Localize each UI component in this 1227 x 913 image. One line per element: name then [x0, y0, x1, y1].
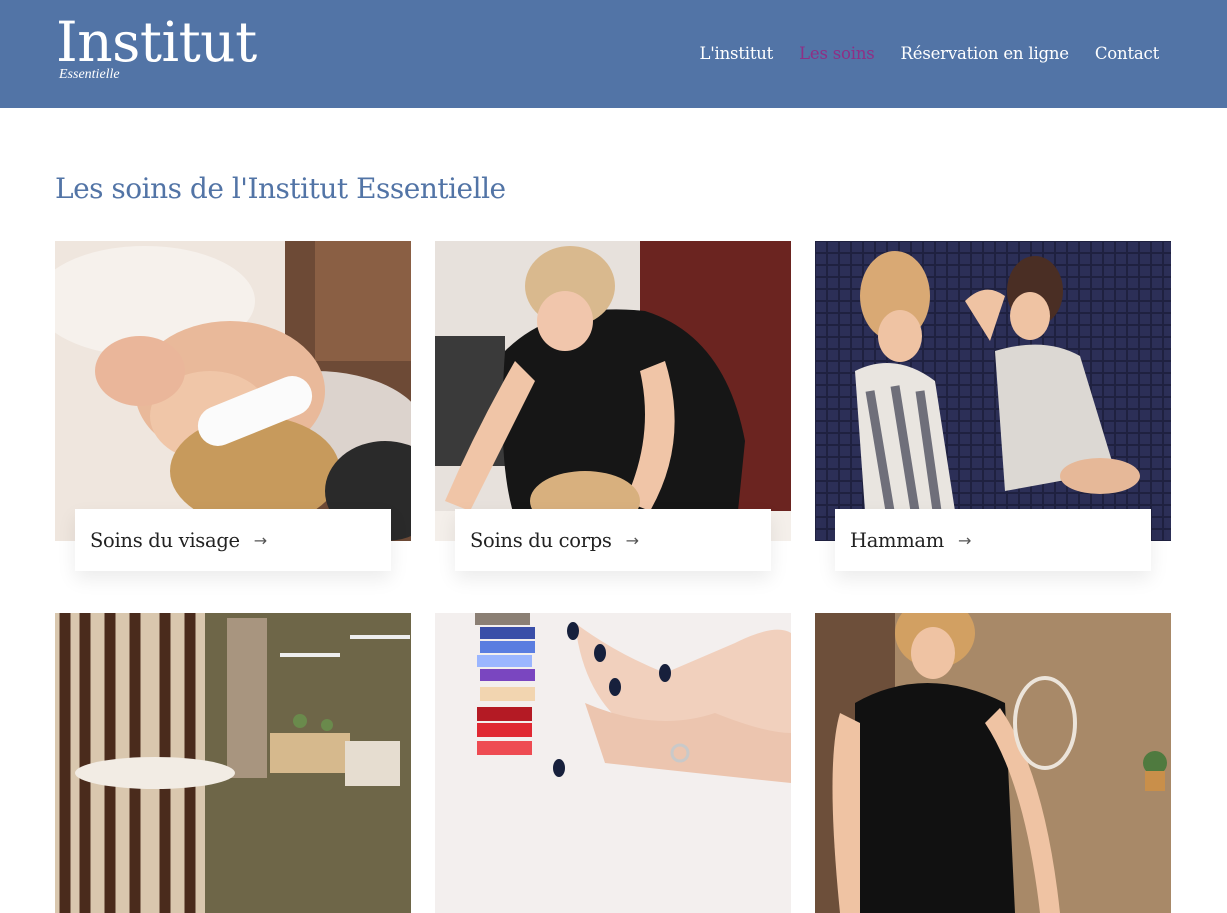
logo-title: Institut	[56, 10, 257, 74]
nav-item-institut[interactable]: L'institut	[699, 44, 773, 63]
site-logo[interactable]: Institut Essentielle	[56, 12, 257, 82]
arrow-right-icon: →	[253, 530, 268, 550]
hammam-photo[interactable]	[815, 241, 1171, 541]
nav-item-soins[interactable]: Les soins	[799, 44, 875, 63]
arrow-right-icon: →	[625, 530, 640, 550]
nav-item-reservation[interactable]: Réservation en ligne	[901, 44, 1070, 63]
service-card-corps-label[interactable]: Soins du corps →	[455, 509, 771, 571]
treatment-room-photo[interactable]	[55, 613, 411, 913]
nail-polish-photo[interactable]	[435, 613, 791, 913]
nav-item-contact[interactable]: Contact	[1095, 44, 1159, 63]
page-title: Les soins de l'Institut Essentielle	[55, 172, 506, 205]
service-card-hammam-label[interactable]: Hammam →	[835, 509, 1151, 571]
card-title: Soins du corps	[470, 528, 612, 552]
body-massage-photo[interactable]	[435, 241, 791, 541]
site-header: Institut Essentielle L'institut Les soin…	[0, 0, 1227, 108]
arrow-right-icon: →	[957, 530, 972, 550]
service-card-visage-label[interactable]: Soins du visage →	[75, 509, 391, 571]
main-nav: L'institut Les soins Réservation en lign…	[699, 44, 1159, 63]
card-title: Soins du visage	[90, 528, 240, 552]
facial-care-photo[interactable]	[55, 241, 411, 541]
beautician-photo[interactable]	[815, 613, 1171, 913]
card-title: Hammam	[850, 528, 944, 552]
